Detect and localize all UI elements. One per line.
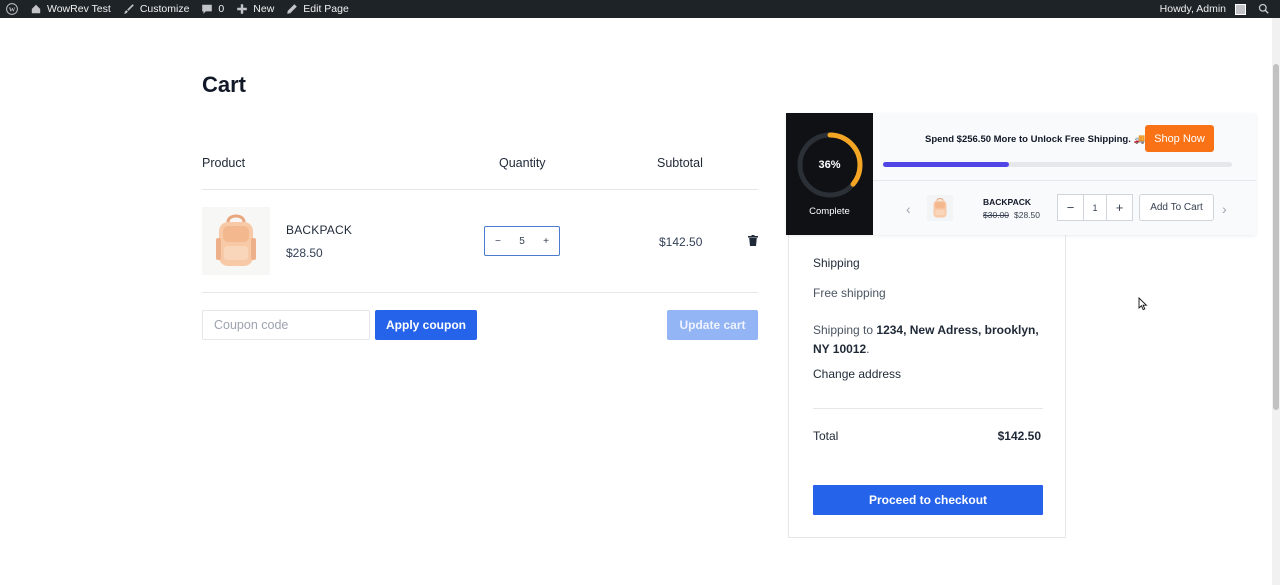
add-to-cart-button[interactable]: Add To Cart <box>1139 194 1214 221</box>
complete-label: Complete <box>809 206 850 217</box>
item-subtotal: $142.50 <box>659 235 703 249</box>
shop-now-button[interactable]: Shop Now <box>1145 125 1214 152</box>
progress-percent: 36% <box>818 159 841 171</box>
upsell-price: $28.50 <box>1014 210 1040 220</box>
edit-page-label: Edit Page <box>303 3 349 15</box>
svg-text:W: W <box>9 6 16 13</box>
product-name-link[interactable]: BACKPACK <box>286 223 352 237</box>
quantity-increase-button[interactable]: + <box>543 236 549 247</box>
upsell-product-thumbnail <box>927 195 953 221</box>
product-price: $28.50 <box>286 246 323 260</box>
backpack-icon <box>216 214 256 266</box>
apply-coupon-button[interactable]: Apply coupon <box>375 310 477 340</box>
upsell-product-name: BACKPACK <box>983 197 1032 207</box>
header-quantity: Quantity <box>499 156 546 170</box>
header-subtotal: Subtotal <box>657 156 703 170</box>
customize-label: Customize <box>139 3 190 15</box>
shipping-destination: Shipping to 1234, New Adress, brooklyn, … <box>813 321 1043 359</box>
trash-icon[interactable] <box>748 235 758 246</box>
proceed-to-checkout-button[interactable]: Proceed to checkout <box>813 485 1043 515</box>
quantity-decrease-button[interactable]: − <box>495 236 501 247</box>
shipping-method: Free shipping <box>813 286 886 300</box>
shipping-address-suffix: . <box>866 342 870 356</box>
coupon-code-input[interactable] <box>202 310 370 340</box>
upsell-old-price: $30.00 <box>983 210 1009 220</box>
divider <box>202 189 758 190</box>
shipping-label: Shipping <box>813 256 860 270</box>
quantity-stepper[interactable]: − 5 + <box>484 226 560 256</box>
edit-page-link[interactable]: Edit Page <box>280 0 355 18</box>
quantity-value[interactable]: 5 <box>519 236 525 247</box>
site-name-link[interactable]: WowRev Test <box>24 0 117 18</box>
shipping-address-line1: 1234, New Adress, brooklyn, <box>876 323 1039 337</box>
comments-count: 0 <box>218 3 225 15</box>
progress-bar-fill <box>883 162 1009 167</box>
progress-panel: 36% Complete <box>786 113 873 235</box>
pencil-icon <box>287 4 298 14</box>
shipping-address-line2: NY 10012 <box>813 342 867 356</box>
search-icon <box>1258 3 1269 14</box>
total-value: $142.50 <box>997 429 1041 443</box>
comment-icon <box>202 4 213 14</box>
progress-ring: 36% <box>796 131 864 199</box>
greeting-label: Howdy, Admin <box>1159 3 1226 15</box>
page-title: Cart <box>202 72 247 97</box>
cursor-icon <box>1138 297 1148 311</box>
wordpress-menu[interactable]: W <box>0 0 24 18</box>
wordpress-icon: W <box>6 3 18 15</box>
update-cart-button[interactable]: Update cart <box>667 310 758 340</box>
my-account-link[interactable]: Howdy, Admin <box>1154 0 1252 18</box>
site-name-label: WowRev Test <box>47 3 111 15</box>
free-shipping-message: Spend $256.50 More to Unlock Free Shippi… <box>925 134 1146 145</box>
divider <box>813 408 1043 409</box>
backpack-icon <box>933 197 947 218</box>
plus-icon <box>237 4 248 14</box>
search-toggle[interactable] <box>1252 0 1280 18</box>
chevron-right-icon[interactable]: › <box>1222 201 1227 217</box>
admin-bar: W WowRev Test Customize 0 New Edit Page … <box>0 0 1280 18</box>
page-scrollbar[interactable] <box>1272 18 1280 585</box>
new-label: New <box>253 3 275 15</box>
customize-link[interactable]: Customize <box>117 0 196 18</box>
home-icon <box>31 4 41 14</box>
product-thumbnail[interactable] <box>202 207 270 275</box>
divider <box>873 180 1256 181</box>
scrollbar-thumb[interactable] <box>1273 64 1279 410</box>
header-product: Product <box>202 156 246 170</box>
upsell-quantity-decrease-button[interactable]: − <box>1058 195 1083 220</box>
upsell-quantity-increase-button[interactable]: + <box>1107 195 1132 220</box>
change-address-link[interactable]: Change address <box>813 367 901 381</box>
divider <box>202 292 758 293</box>
new-content-link[interactable]: New <box>230 0 280 18</box>
progress-bar <box>883 162 1232 167</box>
chevron-left-icon[interactable]: ‹ <box>906 201 911 217</box>
upsell-quantity-stepper[interactable]: − 1 + <box>1057 194 1133 221</box>
shipping-to-prefix: Shipping to <box>813 323 874 337</box>
brush-icon <box>124 4 134 14</box>
free-shipping-popup: 36% Complete Spend $256.50 More to Unloc… <box>786 113 1256 235</box>
avatar <box>1235 3 1246 15</box>
cart-totals-panel: Shipping Free shipping Shipping to 1234,… <box>788 233 1066 538</box>
total-label: Total <box>813 429 839 443</box>
comments-link[interactable]: 0 <box>195 0 230 18</box>
upsell-quantity-value[interactable]: 1 <box>1083 195 1107 220</box>
